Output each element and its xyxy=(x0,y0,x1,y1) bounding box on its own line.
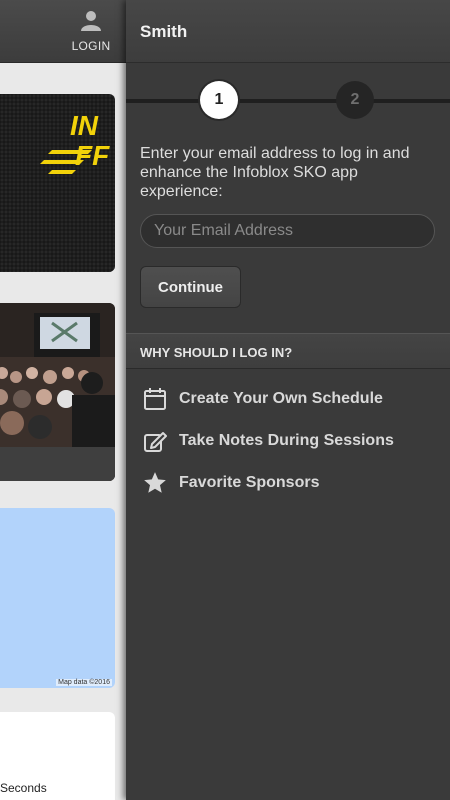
countdown-seconds-label: Seconds xyxy=(0,781,47,795)
why-login-section-header: WHY SHOULD I LOG IN? xyxy=(126,333,450,369)
map-credit: Map data ©2016 xyxy=(56,679,112,686)
email-input[interactable] xyxy=(140,214,435,248)
benefit-label: Favorite Sponsors xyxy=(179,474,320,491)
countdown-card[interactable]: Seconds xyxy=(0,712,115,800)
feature-card-photo[interactable] xyxy=(0,303,115,481)
benefit-take-notes: Take Notes During Sessions xyxy=(142,428,394,454)
svg-text:FF: FF xyxy=(75,140,110,171)
login-button[interactable]: LOGIN xyxy=(64,6,118,56)
login-label: LOGIN xyxy=(71,39,111,53)
user-icon xyxy=(80,9,102,36)
app-header: LOGIN xyxy=(0,0,126,63)
benefit-label: Create Your Own Schedule xyxy=(179,390,383,407)
benefit-label: Take Notes During Sessions xyxy=(179,432,394,449)
step-2-indicator: 2 xyxy=(336,81,374,119)
continue-button[interactable]: Continue xyxy=(140,266,241,308)
star-icon xyxy=(142,470,168,496)
login-intro-text: Enter your email address to log in and e… xyxy=(140,145,410,200)
audience-photo xyxy=(0,303,115,481)
why-login-title: WHY SHOULD I LOG IN? xyxy=(140,345,293,360)
login-stepper: 1 2 xyxy=(126,80,450,122)
edit-note-icon xyxy=(142,428,168,454)
step-1-indicator: 1 xyxy=(200,81,238,119)
drawer-header: Smith xyxy=(126,0,450,63)
login-drawer: Smith 1 2 Enter your email address to lo… xyxy=(126,0,450,800)
banner-graphic: IN FF xyxy=(40,110,110,174)
user-name: Smith xyxy=(140,22,188,41)
background-app: LOGIN IN FF Map data ©2016 Seconds xyxy=(0,0,126,800)
benefit-favorite-sponsors: Favorite Sponsors xyxy=(142,470,319,496)
svg-text:IN: IN xyxy=(70,110,99,141)
benefit-create-schedule: Create Your Own Schedule xyxy=(142,386,383,412)
stepper-line xyxy=(126,99,450,103)
calendar-icon xyxy=(142,386,168,412)
map-card[interactable]: Map data ©2016 xyxy=(0,508,115,688)
feature-card-banner[interactable]: IN FF xyxy=(0,94,115,272)
